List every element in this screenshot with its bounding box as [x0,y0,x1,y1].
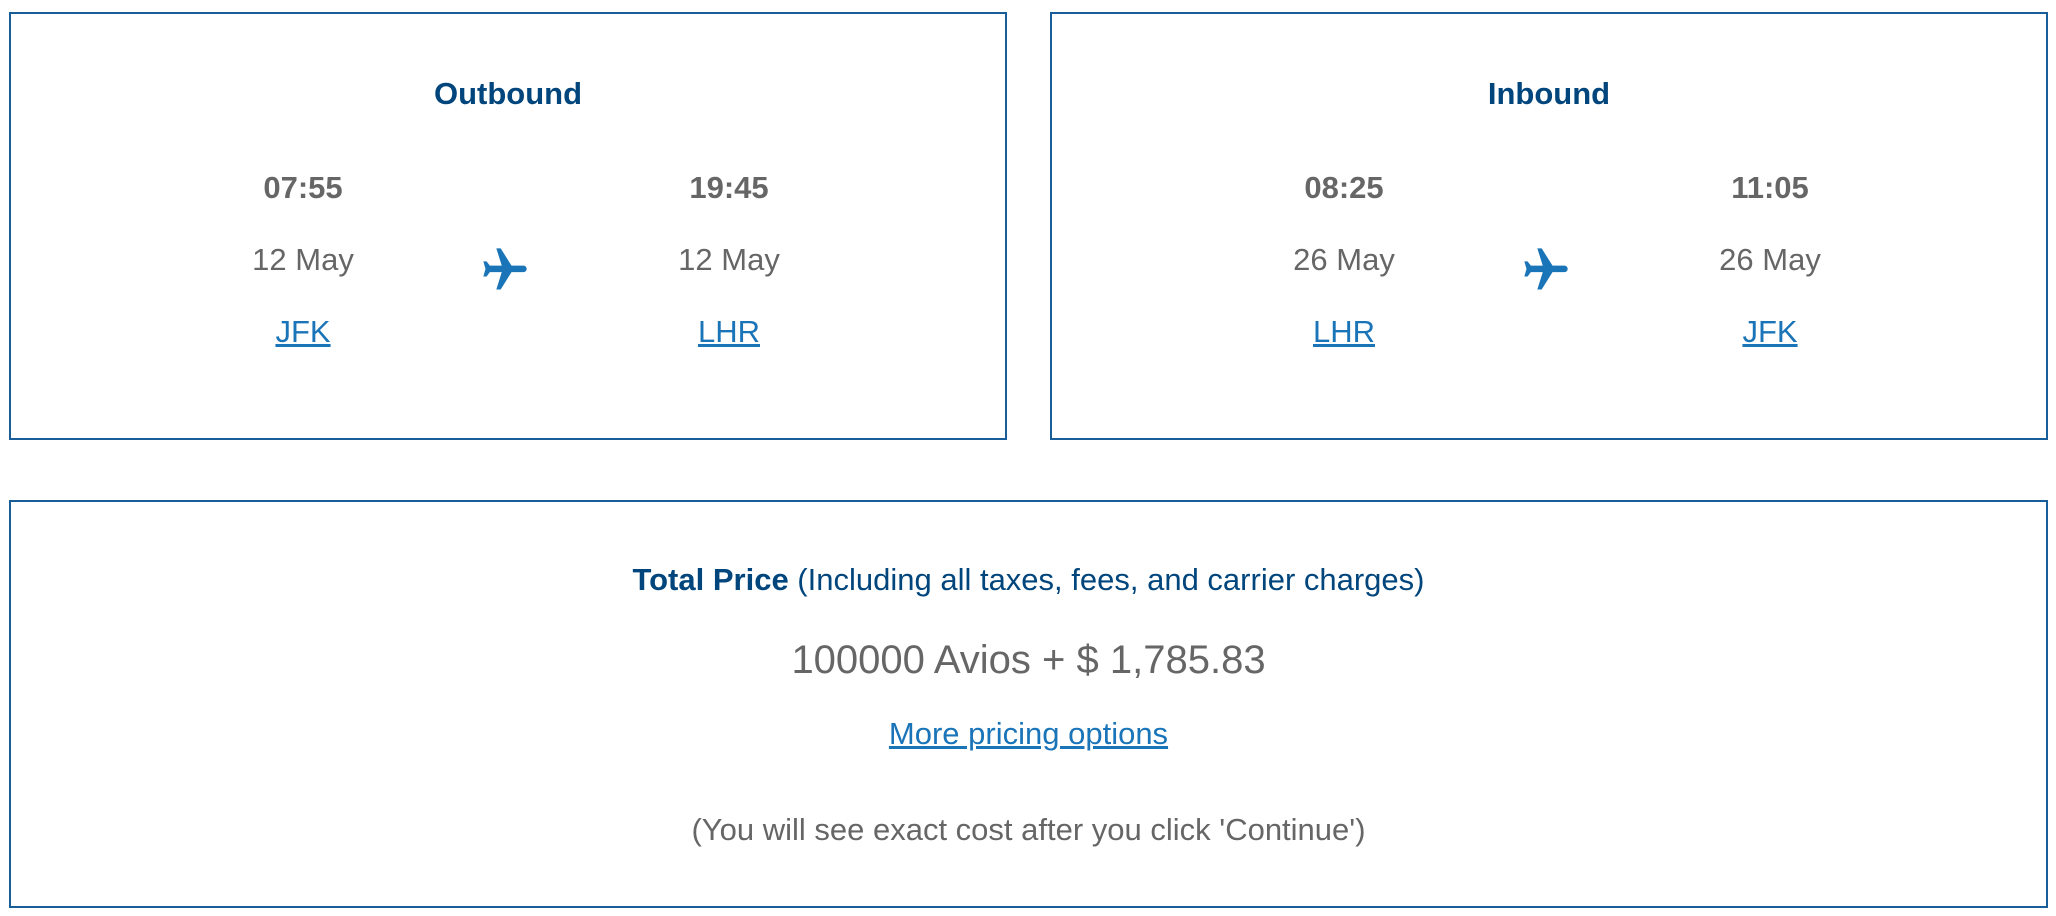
inbound-title: Inbound [1487,76,1611,111]
inbound-panel: Inbound 08:25 26 May LHR 11:05 26 May JF… [1050,12,2048,440]
flight-summary-page: Outbound 07:55 12 May JFK 19:45 12 May L… [0,0,2056,916]
total-price-panel: Total Price (Including all taxes, fees, … [9,500,2048,908]
airplane-icon [483,248,527,290]
outbound-departure-date: 12 May [252,242,354,277]
total-price-label-note: (Including all taxes, fees, and carrier … [788,562,1425,597]
price-note: (You will see exact cost after you click… [691,812,1366,847]
outbound-departure-time: 07:55 [263,170,343,205]
inbound-arrival-time: 11:05 [1731,170,1809,205]
inbound-departure: 08:25 26 May LHR [1194,168,1494,352]
total-price-heading: Total Price (Including all taxes, fees, … [11,562,2046,598]
airplane-icon [1524,248,1568,290]
inbound-departure-airport-link[interactable]: LHR [1313,314,1375,349]
more-pricing-options-link[interactable]: More pricing options [889,716,1168,751]
inbound-departure-time: 08:25 [1304,170,1384,205]
total-price-value: 100000 Avios + $ 1,785.83 [791,638,1266,682]
outbound-arrival-airport-link[interactable]: LHR [698,314,760,349]
outbound-departure-airport-link[interactable]: JFK [275,314,330,349]
outbound-departure: 07:55 12 May JFK [153,168,453,352]
outbound-arrival-time: 19:45 [689,170,769,205]
inbound-arrival: 11:05 26 May JFK [1620,168,1920,352]
outbound-title: Outbound [433,76,583,111]
outbound-arrival-date: 12 May [678,242,780,277]
total-price-label: Total Price [632,562,789,597]
inbound-arrival-airport-link[interactable]: JFK [1742,314,1797,349]
outbound-arrival: 19:45 12 May LHR [579,168,879,352]
inbound-departure-date: 26 May [1293,242,1395,277]
outbound-panel: Outbound 07:55 12 May JFK 19:45 12 May L… [9,12,1007,440]
inbound-arrival-date: 26 May [1719,242,1821,277]
